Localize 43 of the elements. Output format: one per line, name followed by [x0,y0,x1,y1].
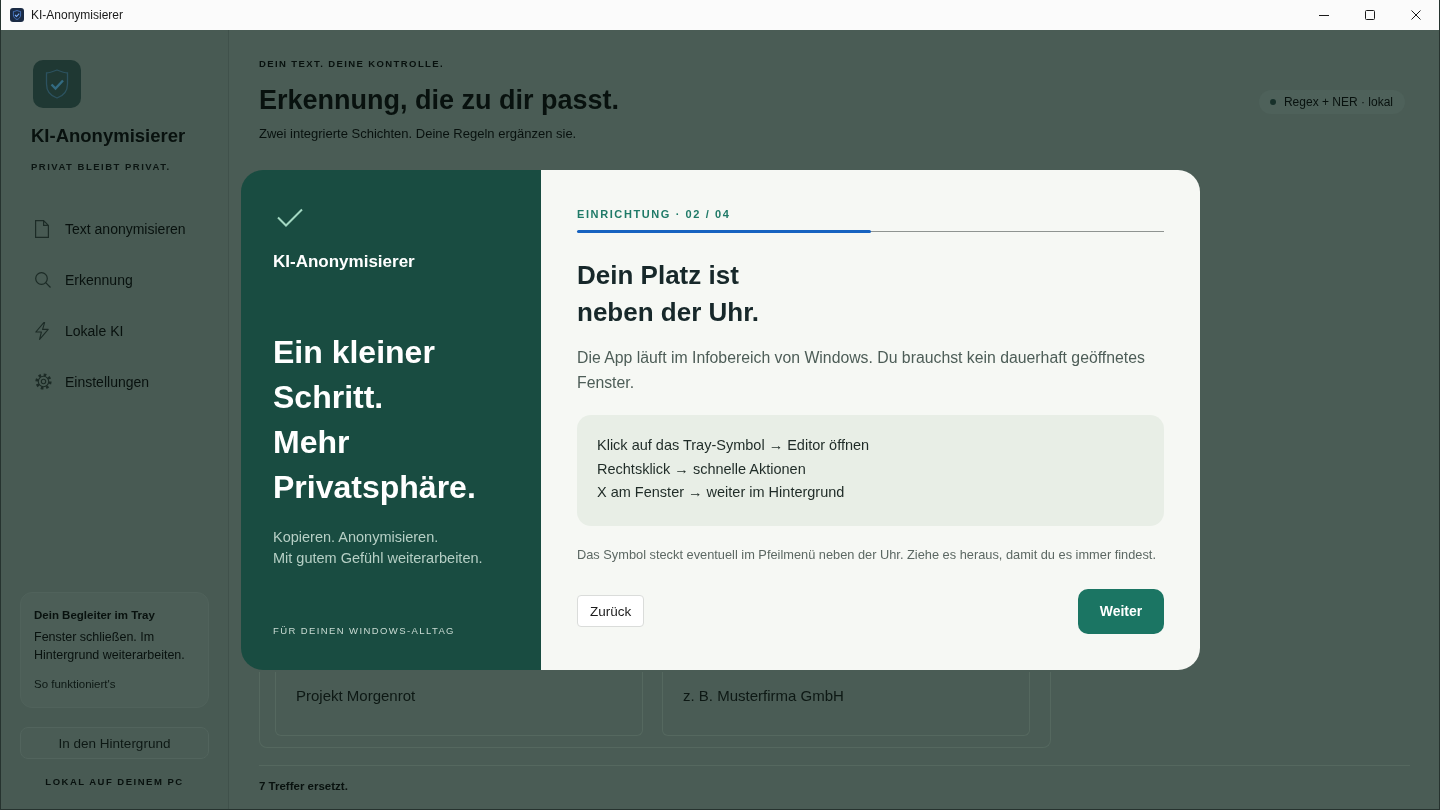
tip-text: Klick auf das Tray-Symbol → Editor öffnen [597,436,871,455]
page-title: Erkennung, die zu dir passt. [259,84,620,117]
dialog-headline: Ein kleiner Schritt. Mehr Privatsphäre. [273,333,477,507]
background-button[interactable]: In den Hintergrund [20,727,209,759]
lightning-icon [35,321,49,340]
dialog-body-text: Die App läuft im Infobereich von Windows. Du brauchst kein dauerhaft geöffnetes Fenster. [577,348,1146,393]
step-label: EINRICHTUNG · 02 / 04 [577,207,732,221]
app-tagline: PRIVAT BLEIBT PRIVAT. [31,161,172,173]
checkmark-icon [277,208,303,227]
shield-check-icon [10,8,24,22]
status-dot-icon [1269,99,1276,105]
shield-check-icon [33,60,81,108]
app-name: KI-Anonymisierer [31,125,187,147]
search-icon [35,271,51,288]
input-field[interactable]: z. B. Musterfirma GmbH [662,672,1030,736]
minimize-icon [1319,14,1329,16]
next-button[interactable]: Weiter [1078,588,1164,634]
tray-card-text: Fenster schließen. Im Hintergrund weiterarbeiten. [34,629,186,664]
dialog-brand-name: KI-Anonymisierer [273,251,416,273]
tip-text: X am Fenster → weiter im Hintergrund [597,483,846,502]
tip-text: Rechtsklick → schnelle Aktionen [597,459,807,479]
close-icon [1411,10,1421,20]
tray-card-title: Dein Begleiter im Tray [34,608,156,622]
sidebar-footer-text: LOKAL AUF DEINEM PC [44,776,185,788]
nav-item[interactable]: Text anonymisieren [20,203,209,254]
status-text: 7 Treffer ersetzt. [259,779,349,793]
dialog-tagline: Kopieren. Anonymisieren. Mit gutem Gefühl weiterarbeiten. [273,528,484,568]
nav-item[interactable]: Lokale KI [20,305,209,356]
maximize-icon [1365,10,1375,20]
how-it-works-link[interactable]: So funktioniert's [34,677,200,691]
dialog-brand-footer: FÜR DEINEN WINDOWS-ALLTAG [273,625,521,637]
settings-icon [35,373,52,390]
nav-item[interactable]: Erkennung [20,254,209,305]
window-title: KI-Anonymisierer [31,8,124,22]
page-subtitle: Zwei integrierte Schichten. Deine Regeln ergänzen sie. [259,126,578,142]
dialog-title: Dein Platz ist neben der Uhr. [577,259,761,329]
input-field[interactable]: Projekt Morgenrot [275,672,643,736]
eyebrow-text: DEIN TEXT. DEINE KONTROLLE. [259,58,446,70]
hint-text: Das Symbol steckt eventuell im Pfeilmenü neben der Uhr. Ziehe es heraus, damit du es immer findest. [577,546,1157,563]
nav-item[interactable]: Einstellungen [20,356,209,407]
badge-label: Regex + NER · lokal [1283,95,1393,109]
back-button[interactable]: Zurück [577,595,645,627]
document-icon [35,219,49,238]
